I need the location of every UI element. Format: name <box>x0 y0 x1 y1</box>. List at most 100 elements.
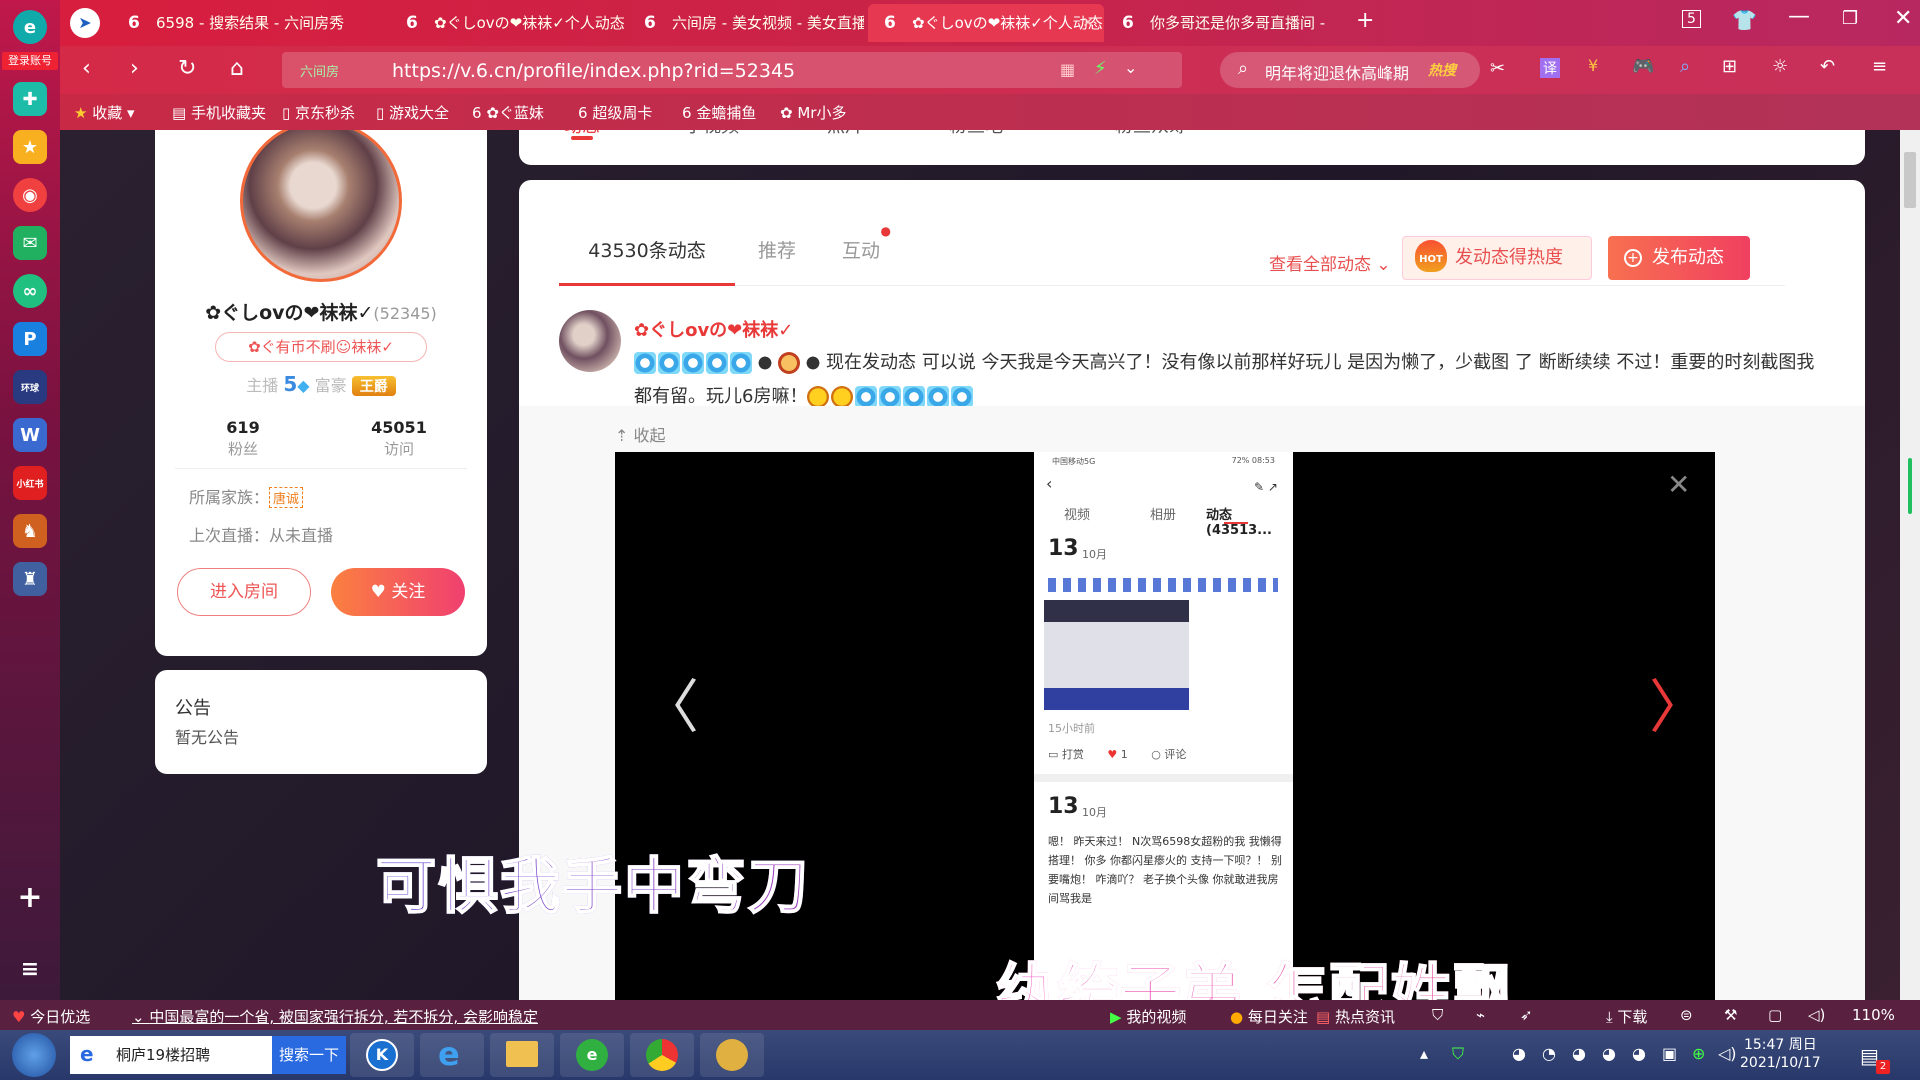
bookmark-item[interactable]: ▯ 游戏大全 <box>376 102 449 123</box>
post-avatar[interactable] <box>559 310 621 372</box>
chart-icon[interactable]: ⌁ <box>1476 1006 1485 1024</box>
taskbar-app-chrome[interactable] <box>630 1033 694 1077</box>
tab-1[interactable]: 6 ✿ぐしovの❤袜袜✓个人动态 - <box>390 4 626 42</box>
bookmark-favorites[interactable]: ★ 收藏 ▾ <box>74 102 135 123</box>
tab-count-badge[interactable]: 5 <box>1682 10 1701 28</box>
coin-icon[interactable]: ¥ <box>1588 56 1598 75</box>
tab-3[interactable]: 6 ✿ぐしovの❤袜袜✓个人动态 - ✕ <box>868 4 1104 42</box>
bookmark-item[interactable]: 6 超级周卡 <box>578 102 652 123</box>
rocket-icon[interactable]: ➶ <box>1520 1006 1533 1024</box>
news-ticker[interactable]: ⌄ 中国最富的一个省, 被国家强行拆分, 若不拆分, 会影响稳定 <box>132 1006 538 1027</box>
scissors-icon[interactable]: ✂ <box>1490 58 1505 79</box>
home-icon[interactable]: ⌂ <box>230 56 244 81</box>
refresh-icon[interactable]: ↻ <box>178 56 196 81</box>
game-hero-icon[interactable]: ♞ <box>13 514 47 548</box>
tray-network-icon[interactable]: ▣ <box>1662 1044 1677 1063</box>
tab-0[interactable]: 6 6598 - 搜索结果 - 六间房秀 <box>112 4 382 42</box>
url-text[interactable]: https://v.6.cn/profile/index.php?rid=523… <box>392 60 795 82</box>
start-button[interactable] <box>12 1033 56 1077</box>
plus-service-icon[interactable]: ✚ <box>13 82 47 116</box>
nav-short-video[interactable]: 小视频 <box>685 130 739 138</box>
download-link[interactable]: ⤓ 下载 <box>1606 1006 1647 1027</box>
restore-icon[interactable]: ❐ <box>1842 8 1858 29</box>
gamepad-icon[interactable]: 🎮 <box>1632 56 1654 77</box>
mini-app-icon[interactable]: 小红书 <box>13 466 47 500</box>
word-doc-icon[interactable]: W <box>13 418 47 452</box>
bookmark-item[interactable]: ▤ 手机收藏夹 <box>172 102 266 123</box>
my-video-link[interactable]: ▶ 我的视频 <box>1110 1006 1186 1027</box>
tray-qq-icon[interactable]: ◕ <box>1572 1044 1586 1063</box>
new-tab-icon[interactable]: + <box>1356 8 1374 33</box>
tab-4[interactable]: 6 你多哥还是你多哥直播间 - <box>1106 4 1342 42</box>
sound-icon[interactable]: ◁) <box>1808 1006 1825 1024</box>
close-window-icon[interactable]: ✕ <box>1894 6 1912 31</box>
nav-crowdfunding[interactable]: 粉丝众筹 <box>1115 130 1187 138</box>
menu-icon[interactable]: ≡ <box>1872 56 1887 77</box>
shield-icon[interactable]: ⛉ <box>1432 1006 1443 1024</box>
tab-interaction[interactable]: 互动 ● <box>819 216 903 286</box>
speed-bolt-icon[interactable]: ⚡ <box>1094 58 1107 79</box>
menu-list-icon[interactable]: ≡ <box>13 952 47 986</box>
translate-icon[interactable]: 译 <box>1540 58 1560 78</box>
tab-2[interactable]: 6 六间房 - 美女视频 - 美女直播 <box>628 4 864 42</box>
window-icon[interactable]: ▢ <box>1768 1006 1782 1024</box>
game-app-icon[interactable]: 环球 <box>13 370 47 404</box>
tab-recommend[interactable]: 推荐 <box>735 216 819 286</box>
view-all-link[interactable]: 查看全部动态 ⌄ <box>1269 250 1391 275</box>
close-viewer-icon[interactable]: ✕ <box>1667 468 1690 501</box>
close-tab-icon[interactable]: ✕ <box>1082 4 1094 42</box>
back-icon[interactable]: ‹ <box>82 56 91 81</box>
taskbar-app-browser[interactable]: e <box>560 1033 624 1077</box>
mail-icon[interactable]: ✉ <box>13 226 47 260</box>
family-tag[interactable]: 唐诚 <box>269 487 304 508</box>
forward-icon[interactable]: › <box>130 56 139 81</box>
scrollbar-thumb[interactable] <box>1904 152 1916 208</box>
taskbar-app-avatar[interactable] <box>700 1033 764 1077</box>
chevron-down-icon[interactable]: ⌄ <box>1124 58 1137 77</box>
tray-qq-icon[interactable]: ◕ <box>1632 1044 1646 1063</box>
avatar[interactable] <box>240 130 402 282</box>
taskbar-search-button[interactable]: 搜索一下 <box>272 1036 346 1074</box>
zoom-level[interactable]: 110% <box>1852 1006 1895 1024</box>
favorites-star-icon[interactable]: ★ <box>13 130 47 164</box>
today-picks[interactable]: ♥ 今日优选 <box>12 1006 90 1027</box>
bookmark-item[interactable]: 6 ✿ぐ蓝妹 <box>472 102 544 123</box>
magnifier-icon[interactable]: ⌕ <box>1680 56 1690 77</box>
apps-grid-icon[interactable]: ⊞ <box>1722 56 1737 77</box>
minimize-icon[interactable]: — <box>1788 4 1810 29</box>
bookmark-item[interactable]: ✿ Mr小多 <box>780 102 846 123</box>
tray-shield-icon[interactable]: ⛉ <box>1452 1044 1464 1064</box>
collapse-link[interactable]: ⇡ 收起 <box>615 422 666 446</box>
enter-room-button[interactable]: 进入房间 <box>177 568 311 616</box>
skin-shirt-icon[interactable]: 👕 <box>1732 8 1757 32</box>
screenshot-image[interactable]: 中国移动5G 72% 08:53 ‹ ✎ ↗ 视频 相册 动态(43513... … <box>1034 452 1293 1000</box>
tray-qq-icon[interactable]: ◕ <box>1512 1044 1526 1063</box>
network-icon[interactable]: ⊜ <box>1680 1006 1693 1024</box>
tray-qq-icon[interactable]: ◕ <box>1602 1044 1616 1063</box>
undo-icon[interactable]: ↶ <box>1820 56 1835 77</box>
hot-news-link[interactable]: ▤ 热点资讯 <box>1316 1006 1395 1027</box>
bookmark-item[interactable]: 6 金蟾捕鱼 <box>682 102 756 123</box>
tab-all-dynamics[interactable]: 43530条动态 <box>559 216 735 286</box>
qr-code-icon[interactable]: ▦ <box>1060 60 1075 79</box>
add-icon[interactable]: + <box>13 880 47 915</box>
nav-fan-bar[interactable]: 粉丝吧 <box>949 130 1003 138</box>
daily-follow-link[interactable]: ● 每日关注 <box>1230 1006 1308 1027</box>
taskbar-app-folder[interactable] <box>490 1033 554 1077</box>
tray-expand-icon[interactable]: ▴ <box>1420 1044 1428 1063</box>
login-badge[interactable]: 登录账号 <box>2 52 58 70</box>
bookmark-item[interactable]: ▯ 京东秒杀 <box>282 102 355 123</box>
browser-logo-icon[interactable]: e <box>13 10 47 44</box>
tray-add-icon[interactable]: ⊕ <box>1692 1044 1705 1063</box>
tray-volume-icon[interactable]: ◁) <box>1718 1044 1737 1063</box>
taskbar-app-ie[interactable]: e <box>420 1033 484 1077</box>
taskbar-search-input[interactable]: 桐庐19楼招聘 <box>70 1036 272 1074</box>
p-app-icon[interactable]: P <box>13 322 47 356</box>
link-icon[interactable]: ∞ <box>13 274 47 308</box>
nav-photos[interactable]: 照片 <box>827 130 863 138</box>
game-castle-icon[interactable]: ♜ <box>13 562 47 596</box>
navigate-icon[interactable]: ➤ <box>70 8 100 38</box>
clock[interactable]: 15:47 周日 2021/10/17 <box>1740 1036 1821 1072</box>
prev-image-icon[interactable]: 〈 <box>641 660 699 744</box>
follow-button[interactable]: ♥ 关注 <box>331 568 465 616</box>
